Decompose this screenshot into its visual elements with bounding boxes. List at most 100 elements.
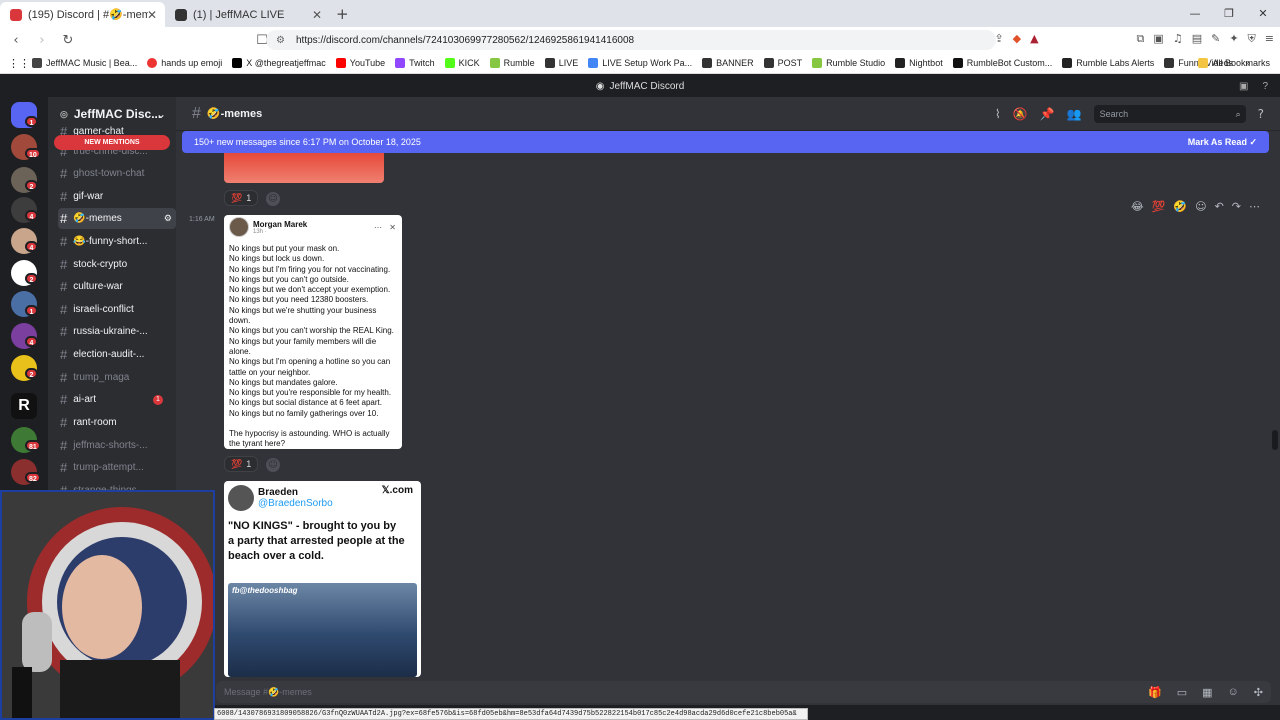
hash-icon: # xyxy=(60,279,68,294)
rewards-icon[interactable]: ▲ xyxy=(1030,32,1038,46)
bookmark-item[interactable]: Rumble Studio xyxy=(812,58,885,68)
search-input[interactable]: Search ⌕ xyxy=(1093,105,1246,123)
add-reaction-icon[interactable]: ☺ xyxy=(1195,200,1206,213)
bookmark-item[interactable]: YouTube xyxy=(335,58,385,68)
wallet-icon[interactable]: ▣ xyxy=(1153,32,1163,46)
channel-russia-ukraine[interactable]: # russia-ukraine-... xyxy=(58,321,173,342)
tab-label: (1) | JeffMAC LIVE xyxy=(193,8,285,21)
site-info-icon[interactable]: ⚙ xyxy=(276,35,285,46)
gift-icon[interactable]: 🎁 xyxy=(1148,686,1162,699)
bookmark-item[interactable]: Twitch xyxy=(395,58,435,68)
bookmark-item[interactable]: RumbleBot Custom... xyxy=(952,58,1052,68)
vpn-icon[interactable]: ⛨ xyxy=(1248,32,1256,46)
apps-icon[interactable]: ⋮⋮ xyxy=(8,57,30,70)
url-field[interactable]: ⚙ https://discord.com/channels/724103069… xyxy=(266,30,996,50)
browser-tab-live[interactable]: (1) | JeffMAC LIVE ✕ xyxy=(165,2,330,27)
inbox-icon[interactable]: ▣ xyxy=(1239,81,1248,92)
channel-israeli-conflict[interactable]: # israeli-conflict xyxy=(58,299,173,320)
screenshot-icon[interactable]: ✎ xyxy=(1211,32,1220,46)
minimize-icon[interactable]: — xyxy=(1178,0,1212,26)
reaction-100[interactable]: 💯 1 xyxy=(224,456,259,472)
channel-trump-maga[interactable]: # trump_maga xyxy=(58,367,173,388)
channel-funny-shorts[interactable]: # 😂-funny-short... xyxy=(58,231,173,252)
menu-icon[interactable]: ≡ xyxy=(1265,32,1274,46)
extensions-icon[interactable]: ⧉ xyxy=(1137,32,1145,46)
share-icon[interactable]: ⇪ xyxy=(994,32,1003,46)
back-icon[interactable]: ‹ xyxy=(6,33,26,48)
bookmark-item[interactable]: Rumble xyxy=(489,58,535,68)
help-icon[interactable]: ? xyxy=(1258,107,1264,121)
members-icon[interactable]: 👥 xyxy=(1067,107,1082,121)
sticker-icon[interactable]: ▦ xyxy=(1202,686,1212,699)
forward-icon[interactable]: ↷ xyxy=(1232,200,1241,213)
reload-icon[interactable]: ↻ xyxy=(58,33,78,48)
message-input[interactable]: Message #🤣-memes 🎁 ▭ ▦ ☺ ✣ xyxy=(216,681,1271,703)
alerts-icon xyxy=(1062,58,1073,68)
bookmark-item[interactable]: JeffMAC Music | Bea... xyxy=(32,58,137,68)
sidebar-icon[interactable]: ▤ xyxy=(1192,32,1202,46)
facebook-post-image[interactable]: Morgan Marek 13h · ⋯ ✕ No kings but put … xyxy=(224,215,402,449)
react-joy-icon[interactable]: 😂 xyxy=(1131,200,1144,213)
reply-icon[interactable]: ↶ xyxy=(1215,200,1224,213)
close-window-icon[interactable]: ✕ xyxy=(1246,0,1280,26)
chevron-down-icon[interactable]: ⌄ xyxy=(156,107,166,121)
bookmark-item[interactable]: X @thegreatjeffmac xyxy=(232,58,326,68)
more-icon[interactable]: ⋯ xyxy=(1249,200,1260,213)
bookmark-item[interactable]: Nightbot xyxy=(895,58,943,68)
channel-settings-icon[interactable]: ⚙ xyxy=(164,213,172,224)
tweet-image[interactable]: Braeden @BraedenSorbo 𝕏.com "NO KINGS" -… xyxy=(224,481,421,677)
hash-icon: # xyxy=(60,415,68,430)
browser-tab-discord[interactable]: (195) Discord | #🤣-memes | Jeff ✕ xyxy=(0,2,165,27)
threads-icon[interactable]: ⌇ xyxy=(995,107,1001,121)
apps-icon[interactable]: ✣ xyxy=(1254,686,1263,699)
channel-rant-room[interactable]: # rant-room xyxy=(58,412,173,433)
channel-trump-attempt[interactable]: # trump-attempt... xyxy=(58,457,173,478)
channel-memes[interactable]: # 🤣-memes ⚙ xyxy=(58,208,176,229)
all-bookmarks[interactable]: All Bookmarks xyxy=(1198,58,1270,68)
leo-icon[interactable]: ✦ xyxy=(1229,32,1238,46)
bookmark-item[interactable]: KICK xyxy=(444,58,480,68)
brave-shield-icon[interactable]: ◆ xyxy=(1013,32,1021,46)
emoji-icon[interactable]: ☺ xyxy=(1228,686,1239,699)
funny-icon xyxy=(1164,58,1175,68)
bookmark-item[interactable]: hands up emoji xyxy=(147,58,222,68)
channel-gif-war[interactable]: # gif-war xyxy=(58,186,173,207)
rumble-server-icon[interactable]: R xyxy=(11,393,37,419)
restore-icon[interactable]: ❐ xyxy=(1212,0,1246,26)
react-100-icon[interactable]: 💯 xyxy=(1152,200,1166,213)
channel-jeffmac-shorts[interactable]: # jeffmac-shorts-... xyxy=(58,435,173,456)
channel-ghost-town-chat[interactable]: # ghost-town-chat xyxy=(58,163,173,184)
rumblebot-icon xyxy=(952,58,963,68)
previous-image[interactable] xyxy=(224,153,384,183)
close-tab-icon[interactable]: ✕ xyxy=(147,8,157,22)
bookmark-item[interactable]: LIVE Setup Work Pa... xyxy=(588,58,692,68)
mark-as-read-button[interactable]: Mark As Read ✓ xyxy=(1188,137,1257,148)
channel-culture-war[interactable]: # culture-war xyxy=(58,276,173,297)
channel-ai-art[interactable]: # ai-art 1 xyxy=(58,389,173,410)
channel-stock-crypto[interactable]: # stock-crypto xyxy=(58,254,173,275)
beach-photo: fb@thedooshbag xyxy=(228,583,417,677)
gif-icon[interactable]: ▭ xyxy=(1177,686,1187,699)
new-mentions-pill[interactable]: NEW MENTIONS xyxy=(54,135,170,150)
notifications-icon[interactable]: 🔕 xyxy=(1013,107,1028,121)
bookmark-item[interactable]: Rumble Labs Alerts xyxy=(1062,58,1154,68)
bookmark-item[interactable]: BANNER xyxy=(702,58,754,68)
help-icon[interactable]: ? xyxy=(1262,81,1268,92)
bookmark-item[interactable]: LIVE xyxy=(544,58,579,68)
close-tab-icon[interactable]: ✕ xyxy=(312,8,322,22)
react-rofl-icon[interactable]: 🤣 xyxy=(1173,200,1187,213)
new-messages-bar[interactable]: 150+ new messages since 6:17 PM on Octob… xyxy=(182,131,1269,153)
add-reaction-icon[interactable]: ☺ xyxy=(266,458,280,472)
reaction-100[interactable]: 💯 1 xyxy=(224,190,259,206)
bookmark-label: LIVE xyxy=(558,58,579,68)
channel-election-audit[interactable]: # election-audit-... xyxy=(58,344,173,365)
new-tab-button[interactable]: + xyxy=(336,5,349,23)
pin-icon[interactable]: 📌 xyxy=(1040,107,1055,121)
bookmark-item[interactable]: POST xyxy=(763,58,802,68)
add-reaction-icon[interactable]: ☺ xyxy=(266,192,280,206)
hash-icon: # xyxy=(60,166,68,181)
media-icon[interactable]: ♫ xyxy=(1173,32,1183,46)
channel-name: 😂-funny-short... xyxy=(73,236,148,247)
forward-icon[interactable]: › xyxy=(32,33,52,48)
scrollbar-thumb[interactable] xyxy=(1272,430,1278,450)
